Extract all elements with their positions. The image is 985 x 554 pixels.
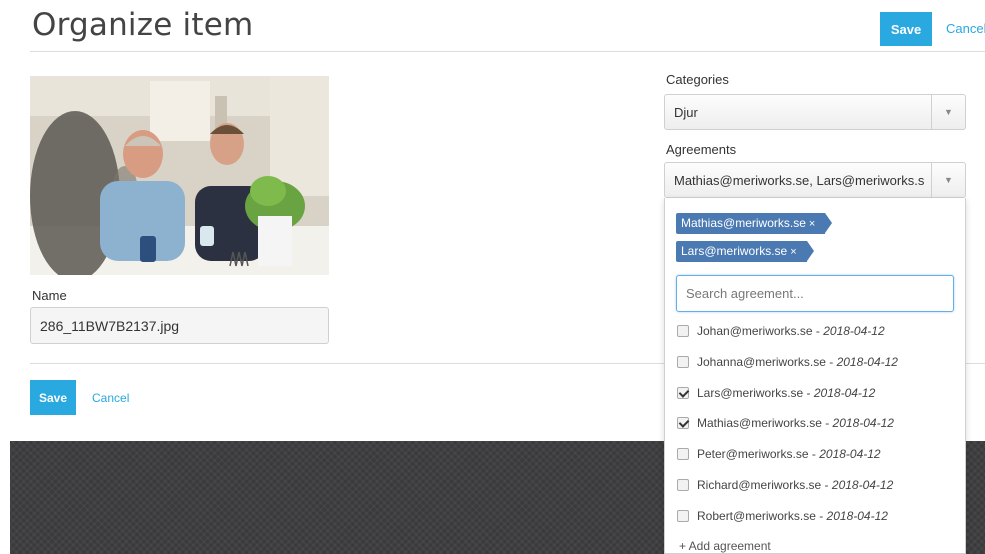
chevron-down-icon[interactable]: ▼ — [931, 95, 965, 129]
agreements-select[interactable]: Mathias@meriworks.se, Lars@meriworks.se … — [664, 162, 966, 198]
option-date: 2018-04-12 — [823, 324, 885, 338]
option-date: 2018-04-12 — [832, 416, 894, 430]
save-button[interactable]: Save — [880, 12, 932, 46]
name-label: Name — [32, 288, 67, 303]
tag-label: Mathias@meriworks.se — [681, 216, 806, 230]
agreement-option[interactable]: Lars@meriworks.se - 2018-04-12 — [677, 383, 875, 403]
option-email: Mathias@meriworks.se — [697, 416, 822, 430]
option-date: 2018-04-12 — [813, 386, 876, 400]
page-title: Organize item — [32, 7, 254, 43]
checkbox[interactable] — [677, 448, 689, 460]
categories-select[interactable]: Djur ▼ — [664, 94, 966, 130]
agreement-option[interactable]: Robert@meriworks.se - 2018-04-12 — [677, 506, 888, 526]
agreements-selected-value: Mathias@meriworks.se, Lars@meriworks.se — [674, 173, 925, 188]
option-separator: - — [812, 324, 824, 338]
agreement-option[interactable]: Peter@meriworks.se - 2018-04-12 — [677, 444, 881, 464]
name-field[interactable] — [30, 307, 329, 344]
agreement-tag[interactable]: Mathias@meriworks.se × — [676, 213, 833, 234]
save-button-bottom[interactable]: Save — [30, 380, 76, 415]
agreement-option[interactable]: Johanna@meriworks.se - 2018-04-12 — [677, 352, 898, 372]
option-email: Robert@meriworks.se — [697, 509, 816, 523]
agreements-label: Agreements — [666, 142, 737, 157]
option-date: 2018-04-12 — [836, 355, 898, 369]
agreements-dropdown: Mathias@meriworks.se × Lars@meriworks.se ×… — [664, 198, 966, 554]
checkbox-checked[interactable] — [677, 417, 689, 429]
checkbox-checked[interactable] — [677, 387, 689, 399]
option-email: Johan@meriworks.se — [697, 324, 813, 338]
option-email: Johanna@meriworks.se — [697, 355, 826, 369]
checkbox[interactable] — [677, 325, 689, 337]
add-agreement-link[interactable]: + Add agreement — [679, 539, 771, 553]
cancel-link[interactable]: Cancel — [946, 21, 985, 36]
agreement-option[interactable]: Richard@meriworks.se - 2018-04-12 — [677, 475, 893, 495]
search-agreement-input[interactable] — [676, 275, 954, 312]
remove-icon[interactable]: × — [809, 218, 815, 230]
option-email: Lars@meriworks.se — [697, 386, 804, 400]
chevron-down-icon[interactable]: ▼ — [931, 163, 965, 197]
checkbox[interactable] — [677, 479, 689, 491]
option-separator: - — [808, 447, 820, 461]
agreement-option[interactable]: Johan@meriworks.se - 2018-04-12 — [677, 321, 885, 341]
option-separator: - — [815, 509, 827, 523]
option-separator: - — [821, 416, 833, 430]
option-separator: - — [803, 386, 814, 400]
option-email: Peter@meriworks.se — [697, 447, 809, 461]
option-separator: - — [821, 478, 832, 492]
item-image — [30, 76, 329, 275]
header-divider — [30, 51, 985, 52]
remove-icon[interactable]: × — [790, 246, 796, 258]
categories-label: Categories — [666, 72, 729, 87]
option-date: 2018-04-12 — [826, 509, 888, 523]
checkbox[interactable] — [677, 356, 689, 368]
tag-label: Lars@meriworks.se — [681, 244, 788, 258]
option-date: 2018-04-12 — [831, 478, 894, 492]
option-date: 2018-04-12 — [819, 447, 881, 461]
agreement-tag[interactable]: Lars@meriworks.se × — [676, 241, 814, 262]
option-email: Richard@meriworks.se — [697, 478, 822, 492]
agreement-option[interactable]: Mathias@meriworks.se - 2018-04-12 — [677, 413, 894, 433]
option-separator: - — [825, 355, 837, 369]
cancel-link-bottom[interactable]: Cancel — [92, 391, 129, 405]
checkbox[interactable] — [677, 510, 689, 522]
categories-selected-value: Djur — [674, 105, 698, 120]
